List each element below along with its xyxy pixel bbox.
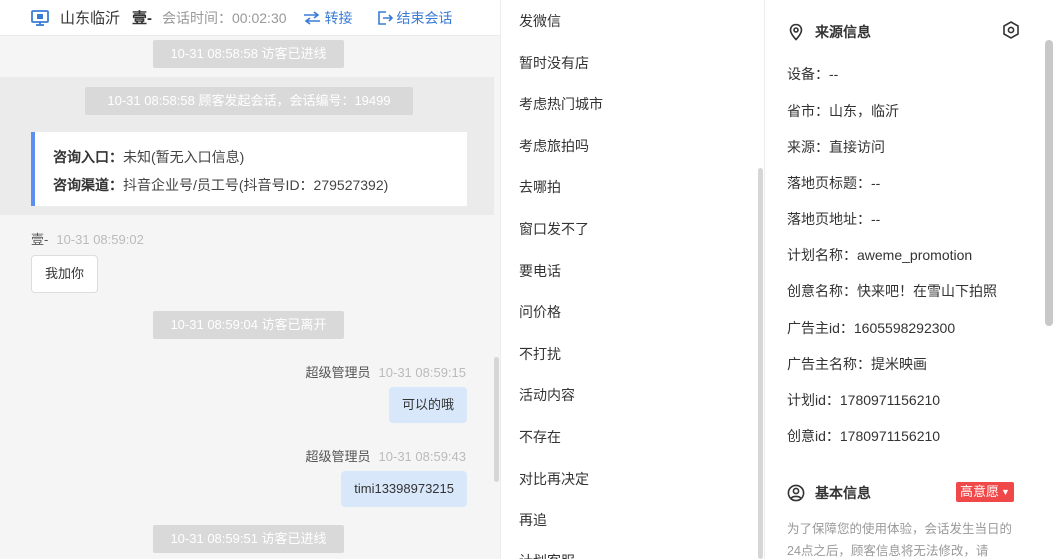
- message-time: 10-31 08:59:43: [378, 449, 466, 464]
- chat-pane: 山东临沂 壹- 会话时间： 00:02:30 转接 结束会话 10-31 08:…: [0, 0, 500, 559]
- quick-phrase-item[interactable]: 计划客服: [519, 551, 575, 559]
- session-time-value: 00:02:30: [232, 9, 287, 26]
- visitor-location: 山东临沂: [60, 10, 121, 27]
- chat-header: 山东临沂 壹- 会话时间： 00:02:30 转接 结束会话: [0, 0, 500, 36]
- message-sender: 超级管理员: [305, 449, 371, 464]
- quick-phrase-item[interactable]: 去哪拍: [519, 177, 561, 197]
- source-info-header: 来源信息: [787, 22, 871, 42]
- quick-phrase-item[interactable]: 暂时没有店: [519, 53, 589, 73]
- field-advertiser-name: 广告主名称：提米映画: [787, 356, 927, 372]
- caret-down-icon: ▼: [1001, 487, 1010, 497]
- system-notice: 10-31 08:58:58 访客已进线: [153, 40, 344, 68]
- consult-channel-value: 抖音企业号/员工号(抖音号ID：279527392): [123, 177, 389, 193]
- user-circle-icon: [787, 484, 805, 502]
- transfer-label: 转接: [324, 9, 353, 26]
- consult-entry-row: 咨询入口：未知(暂无入口信息): [53, 143, 467, 171]
- field-creative-id: 创意id：1780971156210: [787, 428, 941, 444]
- quick-phrase-item[interactable]: 要电话: [519, 261, 561, 281]
- system-notice: 10-31 08:58:58 顾客发起会话，会话编号：19499: [85, 87, 413, 115]
- field-province: 省市：山东，临沂: [787, 103, 899, 119]
- edit-notice-text: 为了保障您的使用体验，会话发生当日的24点之后，顾客信息将无法修改，请: [787, 522, 1013, 558]
- source-info-title: 来源信息: [815, 24, 871, 40]
- info-scrollbar[interactable]: [1045, 40, 1053, 326]
- message-time: 10-31 08:59:15: [378, 365, 466, 380]
- message-sender: 壹-: [31, 232, 49, 247]
- field-plan-name: 计划名称：aweme_promotion: [787, 247, 973, 263]
- visitor-name: 壹-: [132, 10, 153, 27]
- system-notice: 10-31 08:59:04 访客已离开: [153, 311, 344, 339]
- quick-phrase-item[interactable]: 再追: [519, 510, 547, 530]
- agent-message-bubble: 可以的哦: [388, 387, 467, 423]
- settings-icon[interactable]: [1001, 20, 1021, 40]
- system-notice: 10-31 08:59:51 访客已进线: [153, 525, 344, 553]
- quick-phrase-item[interactable]: 不存在: [519, 427, 561, 447]
- field-device: 设备：--: [787, 66, 839, 82]
- agent-message-meta: 超级管理员 10-31 08:59:43: [306, 446, 466, 465]
- agent-message-bubble: timi13398973215: [341, 471, 467, 507]
- agent-message-meta: 超级管理员 10-31 08:59:15: [306, 362, 466, 381]
- transfer-icon: [303, 10, 320, 25]
- transfer-button[interactable]: 转接: [303, 8, 353, 28]
- quick-phrase-item[interactable]: 窗口发不了: [519, 219, 589, 239]
- field-landing-url: 落地页地址：--: [787, 211, 881, 227]
- quick-phrase-item[interactable]: 不打扰: [519, 344, 561, 364]
- consult-entry-label: 咨询入口：: [53, 149, 123, 165]
- visitor-message-bubble: 我加你: [31, 255, 99, 293]
- chat-scrollbar[interactable]: [494, 357, 499, 482]
- basic-info-title: 基本信息: [815, 485, 871, 501]
- monitor-icon: [31, 9, 49, 26]
- field-plan-id: 计划id：1780971156210: [787, 392, 941, 408]
- quick-phrase-item[interactable]: 活动内容: [519, 385, 575, 405]
- end-session-label: 结束会话: [396, 9, 453, 26]
- chat-workspace: 山东临沂 壹- 会话时间： 00:02:30 转接 结束会话 10-31 08:…: [0, 0, 1055, 559]
- message-sender: 超级管理员: [305, 365, 371, 380]
- quick-phrase-list: 发微信 暂时没有店 考虑热门城市 考虑旅拍吗 去哪拍 窗口发不了 要电话 问价格…: [500, 0, 765, 559]
- quick-phrase-item[interactable]: 对比再决定: [519, 469, 589, 489]
- message-time: 10-31 08:59:02: [56, 232, 144, 247]
- field-landing-title: 落地页标题：--: [787, 175, 881, 191]
- quick-phrase-item[interactable]: 问价格: [519, 302, 561, 322]
- field-advertiser-id: 广告主id：1605598292300: [787, 320, 956, 336]
- consult-channel-label: 咨询渠道：: [53, 177, 123, 193]
- basic-info-header: 基本信息: [787, 483, 871, 503]
- intent-level-dropdown[interactable]: 高意愿 ▼: [956, 482, 1014, 502]
- end-session-button[interactable]: 结束会话: [377, 8, 453, 28]
- exit-icon: [377, 10, 393, 25]
- quick-phrase-item[interactable]: 考虑旅拍吗: [519, 136, 589, 156]
- quick-phrase-item[interactable]: 考虑热门城市: [519, 94, 603, 114]
- field-source: 来源：直接访问: [787, 139, 885, 155]
- location-pin-icon: [789, 23, 803, 41]
- consult-entry-value: 未知(暂无入口信息): [123, 149, 245, 165]
- consult-channel-row: 咨询渠道：抖音企业号/员工号(抖音号ID：279527392): [53, 171, 467, 199]
- intent-level-label: 高意愿: [960, 484, 1000, 499]
- field-creative-name: 创意名称：快来吧！在雪山下拍照: [787, 283, 997, 299]
- phrase-scrollbar[interactable]: [758, 168, 763, 559]
- visitor-message-meta: 壹- 10-31 08:59:02: [31, 229, 144, 248]
- quick-phrase-item[interactable]: 发微信: [519, 11, 561, 31]
- customer-info-pane: 来源信息 设备：-- 省市：山东，临沂 来源：直接访问 落地页标题：-- 落地页…: [765, 0, 1055, 559]
- consult-info-card: 咨询入口：未知(暂无入口信息) 咨询渠道：抖音企业号/员工号(抖音号ID：279…: [31, 132, 467, 206]
- session-time-label: 会话时间：: [162, 9, 233, 26]
